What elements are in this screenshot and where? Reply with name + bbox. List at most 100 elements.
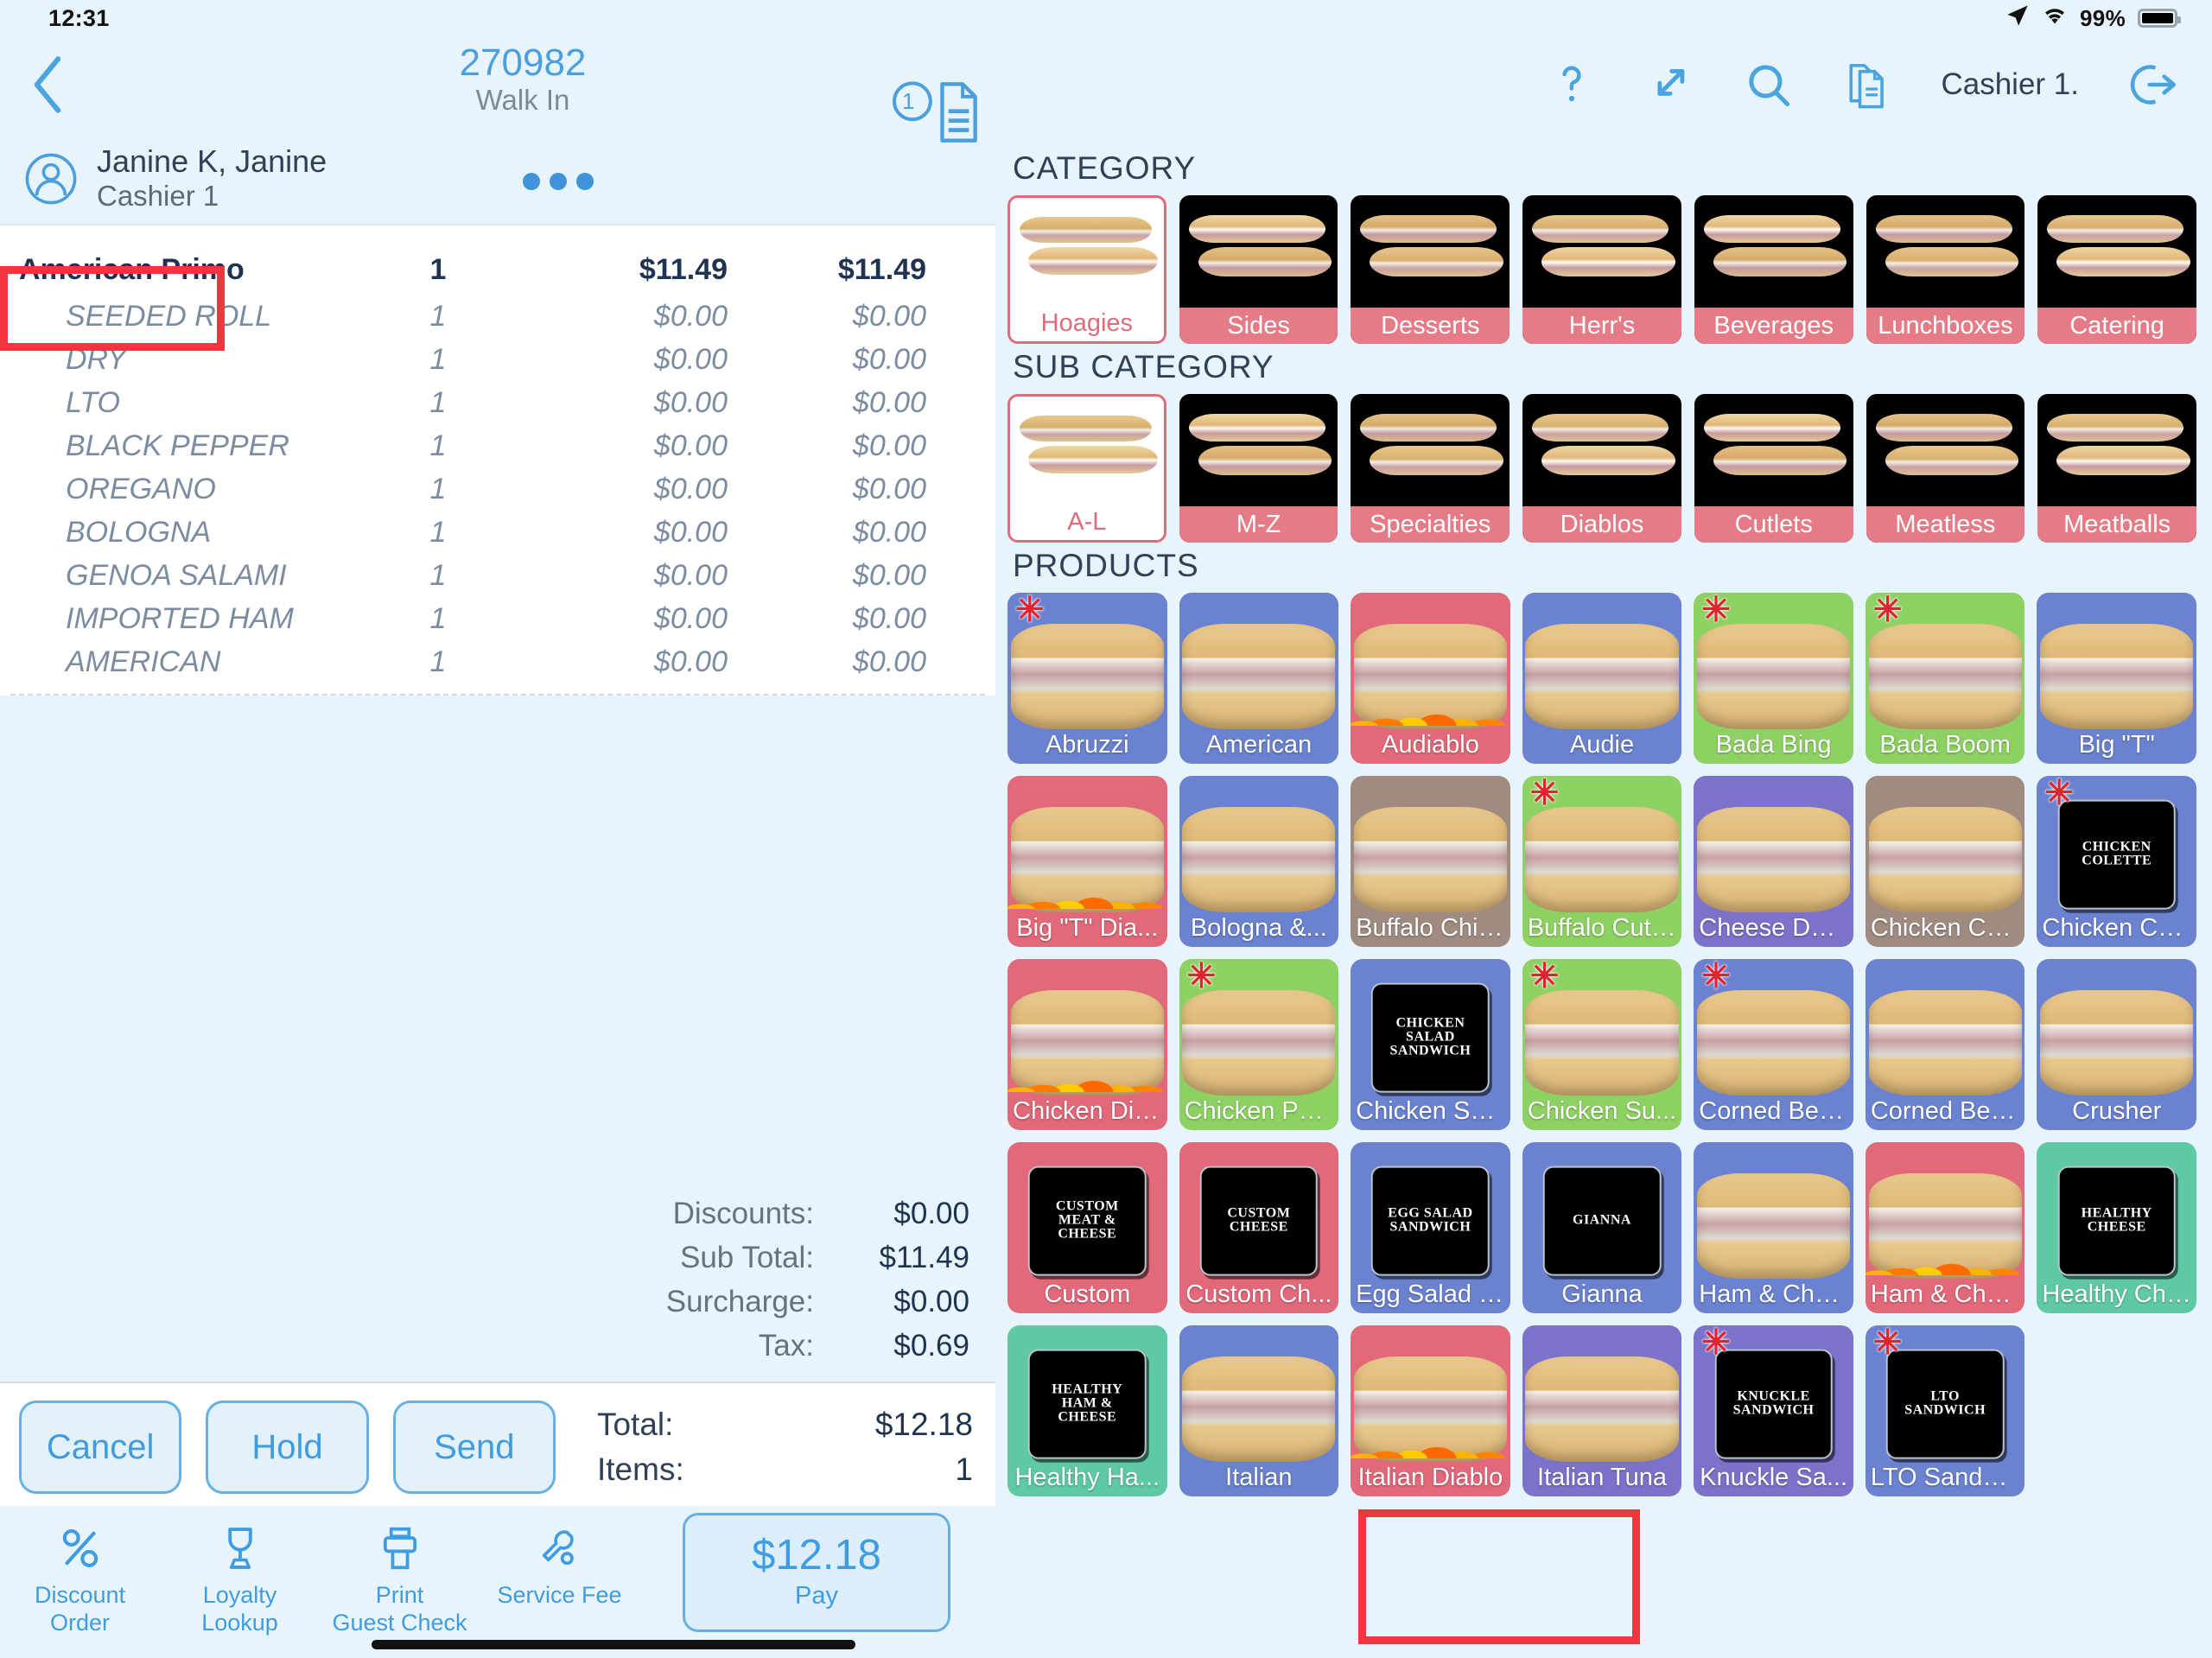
order-modifier-row[interactable]: DRY 1 $0.00 $0.00 — [19, 338, 969, 381]
product-tile[interactable]: Buffalo Chic... — [1351, 776, 1510, 947]
print-guest-check-button[interactable]: Print Guest Check — [320, 1521, 480, 1636]
document-count: 1 — [902, 88, 915, 114]
product-label: Crusher — [2072, 1097, 2162, 1125]
service-fee-button[interactable]: Service Fee — [480, 1521, 639, 1608]
product-photo — [1182, 806, 1336, 913]
category-image — [1351, 195, 1510, 308]
total-value: $12.18 — [874, 1407, 973, 1442]
loyalty-lookup-button[interactable]: Loyalty Lookup — [160, 1521, 320, 1636]
product-tile[interactable]: Bologna &... — [1179, 776, 1339, 947]
customer-row[interactable]: Janine K, Janine Cashier 1 — [0, 133, 995, 224]
order-header: 270982 Walk In — [380, 42, 665, 118]
placard-line: SALAD — [1406, 1030, 1455, 1045]
print-guest-check-label-1: Print — [375, 1582, 424, 1608]
product-tile[interactable]: ✳ Buffalo Cutlet — [1522, 776, 1682, 947]
summary-label: Surcharge: — [665, 1284, 814, 1318]
order-modifier-row[interactable]: IMPORTED HAM 1 $0.00 $0.00 — [19, 597, 969, 640]
spicy-flames-graphic — [1351, 676, 1510, 726]
category-tile[interactable]: Hoagies — [1007, 195, 1166, 344]
pay-button[interactable]: $12.18 Pay — [683, 1513, 950, 1632]
category-tile[interactable]: Sides — [1179, 195, 1338, 344]
product-tile[interactable]: ✳ Chicken Su... — [1522, 959, 1682, 1130]
product-tile[interactable]: ✳ Abruzzi — [1007, 593, 1167, 764]
product-tile[interactable]: HEALTHY HAM & CHEESE Healthy Ha... — [1007, 1325, 1167, 1496]
product-tile[interactable]: ✳ Bada Bing — [1694, 593, 1853, 764]
category-tile[interactable]: Beverages — [1694, 195, 1853, 344]
product-tile[interactable]: ✳ CHICKEN COLETTE Chicken Col... — [2037, 776, 2196, 947]
subcategory-tile[interactable]: M-Z — [1179, 394, 1338, 543]
back-button[interactable] — [17, 54, 78, 115]
subcategory-tile[interactable]: Diablos — [1522, 394, 1681, 543]
product-tile[interactable]: Italian — [1179, 1325, 1339, 1496]
product-tile[interactable]: GIANNA Gianna — [1522, 1142, 1682, 1313]
product-tile[interactable]: Chicken Dia... — [1007, 959, 1167, 1130]
product-tile[interactable]: ✳ Bada Boom — [1865, 593, 2025, 764]
category-tile[interactable]: Herr's — [1522, 195, 1681, 344]
discount-order-button[interactable]: Discount Order — [0, 1521, 160, 1636]
product-tile[interactable]: Crusher — [2037, 959, 2196, 1130]
order-modifier-row[interactable]: GENOA SALAMI 1 $0.00 $0.00 — [19, 554, 969, 597]
product-tile[interactable]: Chicken Ch... — [1865, 776, 2025, 947]
product-tile[interactable]: ✳ KNUCKLE SANDWICH Knuckle Sa... — [1694, 1325, 1853, 1496]
cancel-button[interactable]: Cancel — [19, 1401, 182, 1494]
product-photo — [1696, 806, 1851, 913]
pos-app: 12:31 99% 270982 Walk In 1 Cashier 1. Ja… — [0, 0, 2212, 1658]
product-tile[interactable]: Audiablo — [1351, 593, 1510, 764]
order-modifier-row[interactable]: OREGANO 1 $0.00 $0.00 — [19, 467, 969, 511]
subcategory-tile[interactable]: Specialties — [1351, 394, 1510, 543]
subcategory-tile[interactable]: A-L — [1007, 394, 1166, 543]
product-label: Bologna &... — [1190, 914, 1327, 942]
product-tile[interactable]: Big "T" Dia... — [1007, 776, 1167, 947]
product-label: Ham & Che... — [1870, 1280, 2021, 1308]
order-more-options-button[interactable] — [523, 173, 594, 190]
order-item-row[interactable]: American Primo 1 $11.49 $11.49 — [19, 245, 969, 295]
order-action-bar: Cancel Hold Send Total: $12.18 Items: 1 — [0, 1382, 995, 1506]
product-tile[interactable]: Ham & Che... — [1694, 1142, 1853, 1313]
product-photo — [1696, 623, 1851, 730]
product-tile[interactable]: Corned Bee... — [1865, 959, 2025, 1130]
product-tile[interactable]: ✳ Corned Bee... — [1694, 959, 1853, 1130]
category-title: CATEGORY — [1013, 150, 1197, 186]
product-tile[interactable]: Big "T" — [2037, 593, 2196, 764]
home-indicator — [372, 1640, 855, 1649]
product-tile[interactable]: HEALTHY CHEESE Healthy Che... — [2037, 1142, 2196, 1313]
category-tile[interactable]: Desserts — [1351, 195, 1510, 344]
search-icon[interactable] — [1744, 60, 1794, 110]
order-modifier-row[interactable]: BOLOGNA 1 $0.00 $0.00 — [19, 511, 969, 554]
product-tile[interactable]: Italian Diablo — [1351, 1325, 1510, 1496]
product-tile[interactable]: EGG SALAD SANDWICH Egg Salad S... — [1351, 1142, 1510, 1313]
hold-button[interactable]: Hold — [206, 1401, 369, 1494]
send-button[interactable]: Send — [392, 1401, 556, 1494]
subcategory-image — [1522, 394, 1681, 506]
placard-line: CHEESE — [1058, 1410, 1117, 1426]
order-modifier-row[interactable]: BLACK PEPPER 1 $0.00 $0.00 — [19, 424, 969, 467]
product-tile[interactable]: Audie — [1522, 593, 1682, 764]
product-tile[interactable]: CUSTOM CHEESE Custom Ch... — [1179, 1142, 1339, 1313]
expand-icon[interactable] — [1645, 60, 1695, 110]
subcategory-tile[interactable]: Meatballs — [2037, 394, 2196, 543]
subcategory-image — [1351, 394, 1510, 506]
item-total-price: $0.00 — [852, 515, 926, 549]
order-modifier-row[interactable]: AMERICAN 1 $0.00 $0.00 — [19, 640, 969, 683]
product-tile[interactable]: Cheese Del... — [1694, 776, 1853, 947]
category-tile[interactable]: Catering — [2037, 195, 2196, 344]
product-tile[interactable]: Italian Tuna — [1522, 1325, 1682, 1496]
product-tile[interactable]: ✳ Chicken Par... — [1179, 959, 1339, 1130]
discount-order-label-2: Order — [49, 1610, 111, 1636]
help-icon[interactable] — [1547, 60, 1597, 110]
summary-row: Surcharge: $0.00 — [0, 1280, 969, 1324]
subcategory-tile[interactable]: Meatless — [1866, 394, 2025, 543]
logout-icon[interactable] — [2127, 60, 2177, 110]
documents-icon[interactable] — [1842, 60, 1892, 110]
product-tile[interactable]: CUSTOM MEAT & CHEESE Custom — [1007, 1142, 1167, 1313]
featured-star-icon: ✳ — [1872, 1325, 1903, 1362]
spicy-flames-graphic — [1007, 1042, 1167, 1092]
product-tile[interactable]: American — [1179, 593, 1339, 764]
product-tile[interactable]: Ham & Che... — [1865, 1142, 2025, 1313]
order-modifier-row[interactable]: LTO 1 $0.00 $0.00 — [19, 381, 969, 424]
subcategory-tile[interactable]: Cutlets — [1694, 394, 1853, 543]
category-tile[interactable]: Lunchboxes — [1866, 195, 2025, 344]
order-modifier-row[interactable]: SEEDED ROLL 1 $0.00 $0.00 — [19, 295, 969, 338]
product-tile[interactable]: ✳ LTO SANDWICH LTO Sandwi... — [1865, 1325, 2025, 1496]
product-tile[interactable]: CHICKEN SALAD SANDWICH Chicken Sal... — [1351, 959, 1510, 1130]
